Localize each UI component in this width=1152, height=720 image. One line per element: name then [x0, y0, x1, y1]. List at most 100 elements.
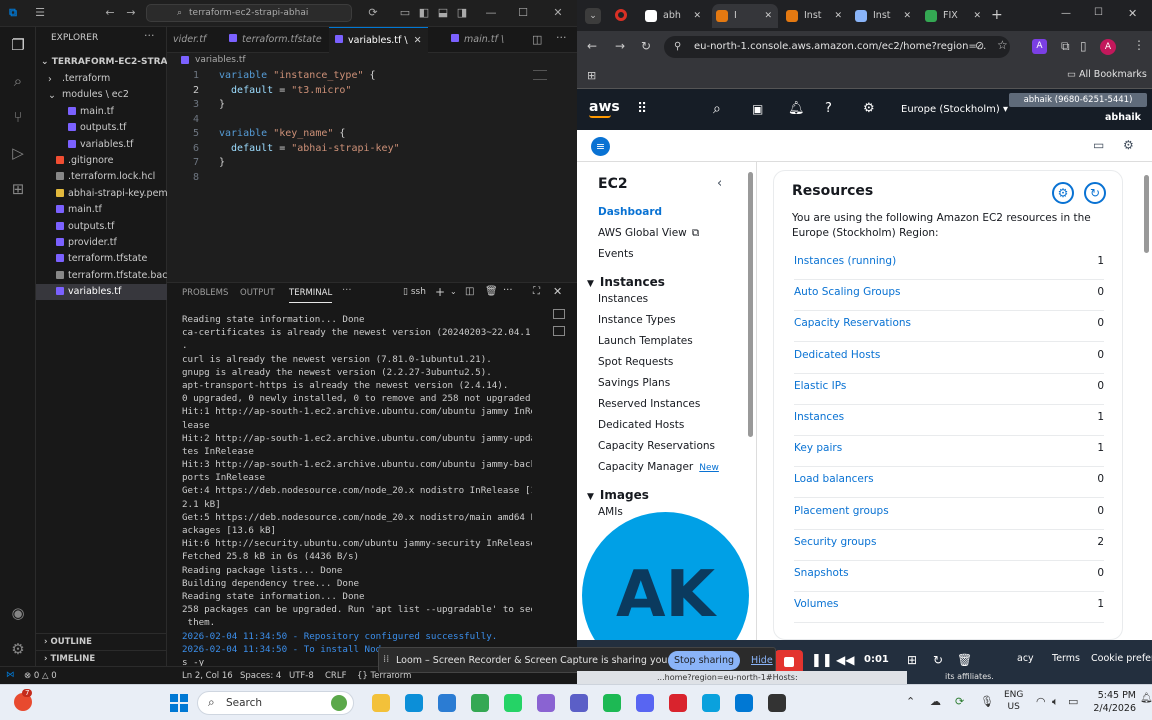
widgets-icon[interactable]: 7 — [14, 689, 33, 711]
nav-item[interactable]: Dashboard — [598, 206, 662, 218]
trash-icon[interactable]: 🗑 — [485, 286, 498, 297]
cursor-position[interactable]: Ln 2, Col 16 — [182, 668, 233, 685]
profile-avatar[interactable]: A — [1100, 39, 1116, 55]
maximize-icon[interactable]: ☐ — [516, 6, 530, 20]
editor-tab[interactable]: vider.tf — [167, 27, 212, 53]
volume-icon[interactable]: 🔈︎ — [1052, 695, 1059, 709]
nav-section-header[interactable]: ▼ Instances — [587, 275, 665, 289]
nav-item[interactable]: Launch Templates — [598, 335, 693, 347]
more-actions-icon[interactable]: ··· — [144, 29, 155, 42]
nav-section-header[interactable]: ▼ Images — [587, 488, 649, 502]
apps-grid-icon[interactable]: ⊞ — [587, 69, 596, 82]
editor-tab[interactable]: variables.tf \ ✕ — [329, 27, 428, 53]
reload-icon[interactable]: ↻ — [641, 39, 651, 53]
rewind-icon[interactable]: ◀◀ — [836, 653, 854, 667]
help-icon[interactable]: ? — [825, 101, 832, 116]
minimap[interactable] — [533, 70, 547, 80]
account-badge[interactable]: abhaik (9680-6251-5441) — [1009, 93, 1147, 107]
file-tree-item[interactable]: terraform.tfstate.backup — [36, 268, 167, 284]
indentation[interactable]: Spaces: 4 — [240, 668, 281, 685]
clock[interactable]: 5:45 PM 2/4/2026 — [1088, 689, 1136, 715]
more-actions-icon[interactable]: ··· — [342, 285, 352, 296]
tab-terminal[interactable]: TERMINAL — [289, 283, 333, 303]
hide-button[interactable]: Hide — [751, 655, 773, 666]
acrobat-icon[interactable] — [669, 694, 687, 712]
teams-icon[interactable] — [570, 694, 588, 712]
drag-handle-icon[interactable]: ⁞⁞ — [383, 654, 389, 665]
nav-item[interactable]: AMIs — [598, 506, 623, 518]
extensions-puzzle-icon[interactable]: ⧉ — [1061, 39, 1070, 54]
gear-icon[interactable]: ⚙ — [863, 101, 875, 116]
file-tree-item[interactable]: ⌄ modules \ ec2 — [36, 87, 167, 103]
whatsapp-icon[interactable] — [504, 694, 522, 712]
discord-icon[interactable] — [636, 694, 654, 712]
user-name[interactable]: abhaik — [1105, 112, 1141, 123]
resource-link[interactable]: Capacity Reservations — [794, 317, 911, 329]
nav-item[interactable]: AWS Global View ⧉ — [598, 227, 699, 240]
copilot-icon[interactable]: ⟳ — [366, 6, 380, 20]
app-icon[interactable] — [537, 694, 555, 712]
taskbar-search[interactable]: ⌕ Search — [197, 691, 354, 715]
toggle-secondary-icon[interactable]: ◨ — [455, 6, 469, 20]
explorer-icon[interactable] — [372, 694, 390, 712]
close-tab-icon[interactable]: ✕ — [903, 4, 911, 28]
close-tab-icon[interactable]: ✕ — [973, 4, 981, 28]
file-tree-item[interactable]: main.tf — [36, 104, 167, 120]
wifi-icon[interactable]: ◠ — [1036, 695, 1046, 708]
source-control-icon[interactable]: ⑂ — [8, 107, 28, 127]
file-tree-item[interactable]: variables.tf — [36, 284, 167, 301]
browser-tab[interactable]: Inst ✕ — [851, 4, 917, 28]
encoding[interactable]: UTF-8 — [289, 668, 314, 685]
search-icon[interactable]: ⌕ — [713, 101, 721, 117]
split-editor-icon[interactable]: ◫ — [532, 33, 542, 46]
file-tree-item[interactable]: variables.tf — [36, 137, 167, 153]
resource-row[interactable]: Key pairs 1 — [794, 436, 1104, 468]
tab-problems[interactable]: PROBLEMS — [182, 283, 228, 303]
resource-link[interactable]: Placement groups — [794, 505, 889, 517]
terminal-output[interactable]: Reading state information... Done ca-cert… — [182, 313, 532, 668]
resource-link[interactable]: Elastic IPs — [794, 380, 846, 392]
terminal-instance-icon[interactable] — [553, 309, 565, 319]
run-debug-icon[interactable]: ▷ — [8, 143, 28, 163]
more-actions-icon[interactable]: ··· — [503, 285, 513, 296]
file-tree-item[interactable]: main.tf — [36, 202, 167, 218]
minimize-icon[interactable]: — — [1061, 8, 1071, 19]
new-terminal-icon[interactable]: + — [435, 285, 445, 299]
project-root[interactable]: ⌄ TERRAFORM-EC2-STRAPI-... — [36, 54, 167, 71]
display-icon[interactable]: ▭ — [1093, 138, 1104, 152]
minimize-icon[interactable]: — — [484, 6, 498, 20]
forward-arrow-icon[interactable]: → — [124, 6, 138, 20]
browser-tab[interactable]: I ✕ — [712, 4, 778, 28]
stop-sharing-button[interactable]: Stop sharing — [668, 651, 740, 670]
toggle-sidebar-icon[interactable]: ◧ — [417, 6, 431, 20]
close-tab-icon[interactable]: ✕ — [414, 35, 422, 46]
account-icon[interactable]: ◉ — [8, 603, 28, 623]
gear-icon[interactable]: ⚙ — [1052, 182, 1074, 204]
command-center-search[interactable]: ⌕ terraform-ec2-strapi-abhai — [146, 4, 352, 22]
new-tab-icon[interactable]: + — [991, 7, 1003, 23]
close-icon[interactable]: ✕ — [1128, 7, 1137, 20]
refresh-icon[interactable]: ↻ — [1084, 182, 1106, 204]
eye-off-icon[interactable]: ⊘ — [975, 39, 984, 52]
resource-link[interactable]: Instances (running) — [794, 255, 896, 267]
terminal-shell-selector[interactable]: ▯ ssh — [403, 287, 426, 297]
resource-link[interactable]: Load balancers — [794, 473, 874, 485]
file-tree-item[interactable]: › .terraform — [36, 71, 167, 87]
maximize-panel-icon[interactable]: ⛶ — [533, 286, 540, 297]
resource-row[interactable]: Capacity Reservations 0 — [794, 311, 1104, 343]
toggle-panel-icon[interactable]: ⬓ — [436, 6, 450, 20]
nav-item[interactable]: Instances — [598, 293, 648, 305]
footer-cookie-preferences[interactable]: Cookie preferences — [1091, 653, 1152, 664]
spotify-icon[interactable] — [603, 694, 621, 712]
nav-item[interactable]: Dedicated Hosts — [598, 419, 684, 431]
resource-link[interactable]: Auto Scaling Groups — [794, 286, 901, 298]
breadcrumb-file[interactable]: variables.tf — [195, 55, 246, 65]
all-bookmarks[interactable]: ▭ All Bookmarks — [1067, 69, 1147, 80]
line-ending[interactable]: CRLF — [325, 668, 346, 685]
collapse-nav-icon[interactable]: ‹ — [717, 176, 722, 191]
resource-row[interactable]: Instances 1 — [794, 405, 1104, 436]
resource-row[interactable]: Snapshots 0 — [794, 561, 1104, 592]
browser-tab[interactable]: abh ✕ — [641, 4, 707, 28]
maximize-icon[interactable]: ☐ — [1094, 7, 1103, 18]
site-info-icon[interactable]: ⚲ — [674, 36, 681, 58]
